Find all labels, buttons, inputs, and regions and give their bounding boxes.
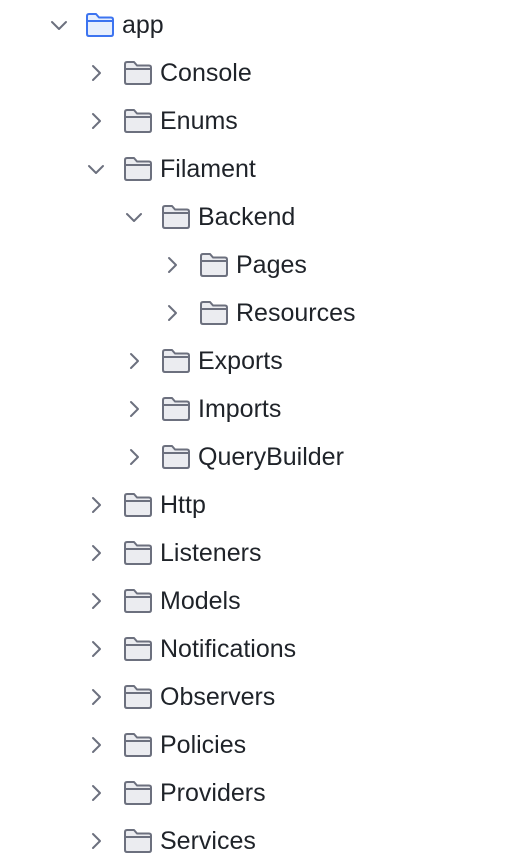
project-tree: app Console Enums Filament Backend Pages… [0, 0, 530, 864]
chevron-right-icon[interactable] [122, 445, 146, 469]
folder-icon [123, 828, 153, 854]
tree-item-label: Imports [198, 395, 282, 423]
tree-item-observers[interactable]: Observers [0, 673, 530, 721]
chevron-right-icon[interactable] [84, 541, 108, 565]
tree-item-label: Enums [160, 107, 238, 135]
tree-item-exports[interactable]: Exports [0, 337, 530, 385]
tree-item-providers[interactable]: Providers [0, 769, 530, 817]
tree-item-backend[interactable]: Backend [0, 193, 530, 241]
chevron-right-icon[interactable] [84, 685, 108, 709]
folder-icon [199, 252, 229, 278]
tree-item-resources[interactable]: Resources [0, 289, 530, 337]
tree-item-pages[interactable]: Pages [0, 241, 530, 289]
chevron-right-icon[interactable] [160, 253, 184, 277]
folder-icon [123, 156, 153, 182]
chevron-down-icon[interactable] [84, 157, 108, 181]
tree-item-label: QueryBuilder [198, 443, 344, 471]
chevron-right-icon[interactable] [84, 61, 108, 85]
tree-item-filament[interactable]: Filament [0, 145, 530, 193]
tree-item-policies[interactable]: Policies [0, 721, 530, 769]
chevron-right-icon[interactable] [84, 637, 108, 661]
tree-item-label: Services [160, 827, 256, 855]
chevron-right-icon[interactable] [84, 589, 108, 613]
chevron-right-icon[interactable] [122, 397, 146, 421]
tree-item-label: app [122, 11, 164, 39]
tree-item-label: Notifications [160, 635, 297, 663]
chevron-down-icon[interactable] [47, 13, 71, 37]
tree-item-imports[interactable]: Imports [0, 385, 530, 433]
folder-icon [123, 636, 153, 662]
tree-item-console[interactable]: Console [0, 49, 530, 97]
tree-item-label: Exports [198, 347, 283, 375]
folder-icon [123, 492, 153, 518]
folder-icon [123, 588, 153, 614]
tree-item-listeners[interactable]: Listeners [0, 529, 530, 577]
chevron-right-icon[interactable] [84, 493, 108, 517]
tree-item-label: Http [160, 491, 206, 519]
tree-item-models[interactable]: Models [0, 577, 530, 625]
chevron-right-icon[interactable] [122, 349, 146, 373]
chevron-right-icon[interactable] [84, 829, 108, 853]
folder-icon [199, 300, 229, 326]
tree-item-services[interactable]: Services [0, 817, 530, 864]
tree-item-label: Pages [236, 251, 307, 279]
chevron-right-icon[interactable] [160, 301, 184, 325]
folder-icon [123, 732, 153, 758]
chevron-right-icon[interactable] [84, 781, 108, 805]
tree-item-label: Models [160, 587, 241, 615]
tree-item-label: Resources [236, 299, 356, 327]
folder-icon [161, 348, 191, 374]
folder-icon [161, 204, 191, 230]
tree-item-label: Filament [160, 155, 256, 183]
folder-icon [123, 780, 153, 806]
tree-item-label: Backend [198, 203, 296, 231]
folder-icon [161, 444, 191, 470]
tree-item-label: Providers [160, 779, 266, 807]
chevron-down-icon[interactable] [122, 205, 146, 229]
tree-item-label: Observers [160, 683, 276, 711]
chevron-right-icon[interactable] [84, 733, 108, 757]
tree-item-http[interactable]: Http [0, 481, 530, 529]
tree-item-label: Console [160, 59, 252, 87]
tree-item-querybuilder[interactable]: QueryBuilder [0, 433, 530, 481]
tree-item-app[interactable]: app [0, 1, 530, 49]
tree-item-label: Listeners [160, 539, 262, 567]
folder-icon [123, 540, 153, 566]
folder-icon [123, 60, 153, 86]
folder-icon [123, 684, 153, 710]
tree-item-notifications[interactable]: Notifications [0, 625, 530, 673]
folder-icon [123, 108, 153, 134]
folder-icon [85, 12, 115, 38]
tree-item-enums[interactable]: Enums [0, 97, 530, 145]
chevron-right-icon[interactable] [84, 109, 108, 133]
folder-icon [161, 396, 191, 422]
tree-item-label: Policies [160, 731, 247, 759]
